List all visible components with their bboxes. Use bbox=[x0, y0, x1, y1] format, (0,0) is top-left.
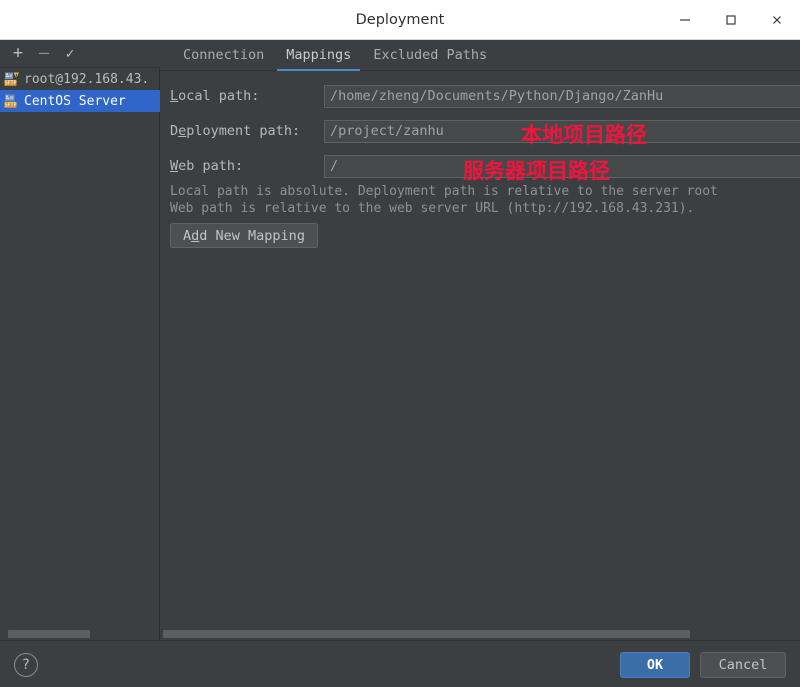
apply-server-button[interactable]: ✓ bbox=[57, 42, 83, 66]
local-path-mnemonic: L bbox=[170, 88, 179, 104]
web-path-mnemonic: W bbox=[170, 158, 179, 174]
local-path-label: Local path: bbox=[170, 88, 324, 104]
window-controls bbox=[662, 0, 800, 40]
svg-text:SFTP: SFTP bbox=[4, 80, 16, 86]
web-path-label: Web path: bbox=[170, 158, 324, 174]
ok-button[interactable]: OK bbox=[620, 652, 690, 678]
add-mapping-label-post: d New Mapping bbox=[199, 227, 305, 244]
cancel-button[interactable]: Cancel bbox=[700, 652, 786, 678]
tab-excluded-paths[interactable]: Excluded Paths bbox=[362, 40, 498, 71]
dialog-footer: ? OK Cancel bbox=[0, 640, 800, 687]
local-path-label-text: ocal path: bbox=[178, 88, 260, 104]
annotation-local-path: 本地项目路径 bbox=[521, 123, 647, 147]
sftp-server-icon: SFTP bbox=[4, 72, 19, 86]
web-path-label-text: eb path: bbox=[178, 158, 244, 174]
mappings-hint: Local path is absolute. Deployment path … bbox=[170, 183, 800, 217]
add-new-mapping-button[interactable]: Add New Mapping bbox=[170, 223, 318, 248]
deployment-path-row: Deployment path: /project/zanhu bbox=[170, 119, 800, 143]
deployment-dialog: Deployment + – ✓ SFTP root@192.168.43. S… bbox=[0, 0, 800, 687]
add-server-button[interactable]: + bbox=[5, 42, 31, 66]
hint-line-2: Web path is relative to the web server U… bbox=[170, 201, 695, 216]
add-mapping-label-pre: A bbox=[183, 227, 192, 244]
sftp-server-icon: SFTP bbox=[4, 94, 17, 108]
deployment-path-label-pre: D bbox=[170, 123, 179, 139]
deployment-path-label-text: ployment path: bbox=[186, 123, 301, 139]
tab-mappings[interactable]: Mappings bbox=[275, 40, 362, 71]
tab-connection[interactable]: Connection bbox=[172, 40, 275, 71]
help-button[interactable]: ? bbox=[14, 653, 38, 677]
server-list-item-label: CentOS Server bbox=[24, 93, 126, 109]
server-sidebar: + – ✓ SFTP root@192.168.43. SFTP CentOS … bbox=[0, 40, 160, 640]
tab-bar: Connection Mappings Excluded Paths bbox=[161, 40, 800, 71]
sidebar-horizontal-scrollbar[interactable] bbox=[0, 628, 159, 640]
minimize-icon[interactable] bbox=[662, 0, 708, 40]
local-path-row: Local path: /home/zheng/Documents/Python… bbox=[170, 84, 800, 108]
deployment-path-label: Deployment path: bbox=[170, 123, 324, 139]
maximize-icon[interactable] bbox=[708, 0, 754, 40]
svg-text:SFTP: SFTP bbox=[4, 102, 16, 108]
close-icon[interactable] bbox=[754, 0, 800, 40]
main-scrollbar-thumb[interactable] bbox=[163, 630, 690, 638]
sidebar-toolbar: + – ✓ bbox=[0, 40, 160, 68]
dialog-body: + – ✓ SFTP root@192.168.43. SFTP CentOS … bbox=[0, 40, 800, 640]
title-bar: Deployment bbox=[0, 0, 800, 40]
server-list: SFTP root@192.168.43. SFTP CentOS Server bbox=[0, 68, 160, 628]
add-mapping-mnemonic: d bbox=[191, 227, 200, 244]
local-path-input[interactable]: /home/zheng/Documents/Python/Django/ZanH… bbox=[324, 84, 800, 108]
server-list-item-root[interactable]: SFTP root@192.168.43. bbox=[0, 68, 160, 90]
remove-server-button[interactable]: – bbox=[31, 42, 57, 66]
hint-line-1: Local path is absolute. Deployment path … bbox=[170, 184, 718, 199]
mappings-panel: Connection Mappings Excluded Paths Local… bbox=[161, 40, 800, 640]
annotation-deployment-path: 服务器项目路径 bbox=[463, 159, 610, 183]
sidebar-scrollbar-thumb[interactable] bbox=[8, 630, 90, 638]
server-list-item-centos[interactable]: SFTP CentOS Server bbox=[0, 90, 160, 112]
server-list-item-label: root@192.168.43. bbox=[24, 71, 150, 87]
main-horizontal-scrollbar[interactable] bbox=[161, 628, 800, 640]
